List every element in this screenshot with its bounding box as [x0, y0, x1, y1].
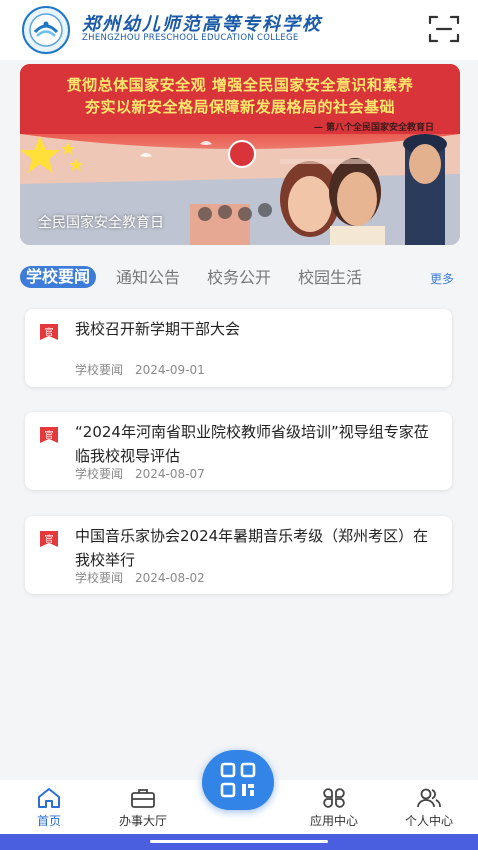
banner-caption: 全民国家安全教育日 — [38, 215, 164, 231]
news-title: 我校召开新学期干部大会 — [75, 320, 241, 338]
nav-apps[interactable]: 应用中心 — [294, 786, 374, 829]
qr-code-button[interactable] — [202, 750, 274, 810]
home-indicator[interactable] — [150, 840, 328, 843]
tab-affairs[interactable]: 校务公开 — [207, 264, 271, 288]
news-tabs: 学校要闻 通知公告 校务公开 校园生活 更多 — [0, 262, 478, 292]
nav-home-label: 首页 — [36, 814, 61, 828]
school-emblem-icon — [22, 6, 70, 54]
news-card[interactable]: 官 我校召开新学期干部大会 学校要闻 2024-09-01 — [25, 309, 452, 387]
nav-apps-label: 应用中心 — [309, 814, 358, 828]
news-date: 2024-08-07 — [135, 467, 205, 481]
news-category: 学校要闻 — [75, 571, 124, 585]
news-date: 2024-08-02 — [135, 571, 205, 585]
news-meta: 学校要闻 2024-08-02 — [75, 569, 205, 586]
official-flag-icon: 官 — [40, 531, 58, 547]
news-meta: 学校要闻 2024-08-07 — [75, 465, 205, 482]
nav-profile-label: 个人中心 — [404, 814, 453, 828]
apps-icon — [323, 788, 345, 808]
news-card[interactable]: 官 中国音乐家协会2024年暑期音乐考级（郑州考区）在我校举行 学校要闻 2024… — [25, 516, 452, 594]
briefcase-icon — [131, 789, 155, 808]
news-card[interactable]: 官 “2024年河南省职业院校教师省级培训”视导组专家莅临我校视导评估 学校要闻… — [25, 412, 452, 490]
nav-service-hall[interactable]: 办事大厅 — [103, 786, 183, 829]
official-flag-icon: 官 — [40, 427, 58, 443]
news-category: 学校要闻 — [75, 363, 124, 377]
more-link[interactable]: 更多 — [430, 270, 454, 287]
home-icon — [38, 788, 60, 808]
news-title: “2024年河南省职业院校教师省级培训”视导组专家莅临我校视导评估 — [75, 423, 429, 465]
banner-headline-1: 贯彻总体国家安全观 增强全民国家安全意识和素养 — [66, 76, 414, 94]
banner-subtitle: — 第八个全民国家安全教育日 — [313, 123, 434, 133]
official-flag-icon: 官 — [40, 324, 58, 340]
news-meta: 学校要闻 2024-09-01 — [75, 361, 205, 378]
news-category: 学校要闻 — [75, 467, 124, 481]
news-date: 2024-09-01 — [135, 363, 205, 377]
promo-banner[interactable]: 贯彻总体国家安全观 增强全民国家安全意识和素养 夯实以新安全格局保障新发展格局的… — [20, 64, 460, 245]
svg-text:官: 官 — [44, 533, 53, 545]
nav-profile[interactable]: 个人中心 — [389, 786, 469, 829]
tab-school-news[interactable]: 学校要闻 — [20, 266, 97, 288]
news-title: 中国音乐家协会2024年暑期音乐考级（郑州考区）在我校举行 — [75, 527, 429, 569]
scan-icon[interactable] — [428, 14, 460, 44]
nav-service-label: 办事大厅 — [118, 814, 167, 828]
system-nav-bar — [0, 834, 478, 850]
user-icon — [417, 788, 441, 808]
school-name-en: ZHENGZHOU PRESCHOOL EDUCATION COLLEGE — [82, 33, 299, 43]
app-header: 郑州幼儿师范高等专科学校 ZHENGZHOU PRESCHOOL EDUCATI… — [0, 0, 478, 60]
qr-code-icon — [220, 762, 256, 798]
tab-notices[interactable]: 通知公告 — [116, 264, 180, 288]
nav-home[interactable]: 首页 — [9, 786, 89, 829]
banner-headline-2: 夯实以新安全格局保障新发展格局的社会基础 — [84, 98, 395, 116]
svg-text:官: 官 — [44, 326, 53, 338]
svg-text:官: 官 — [44, 429, 53, 441]
tab-campus-life[interactable]: 校园生活 — [298, 264, 362, 288]
